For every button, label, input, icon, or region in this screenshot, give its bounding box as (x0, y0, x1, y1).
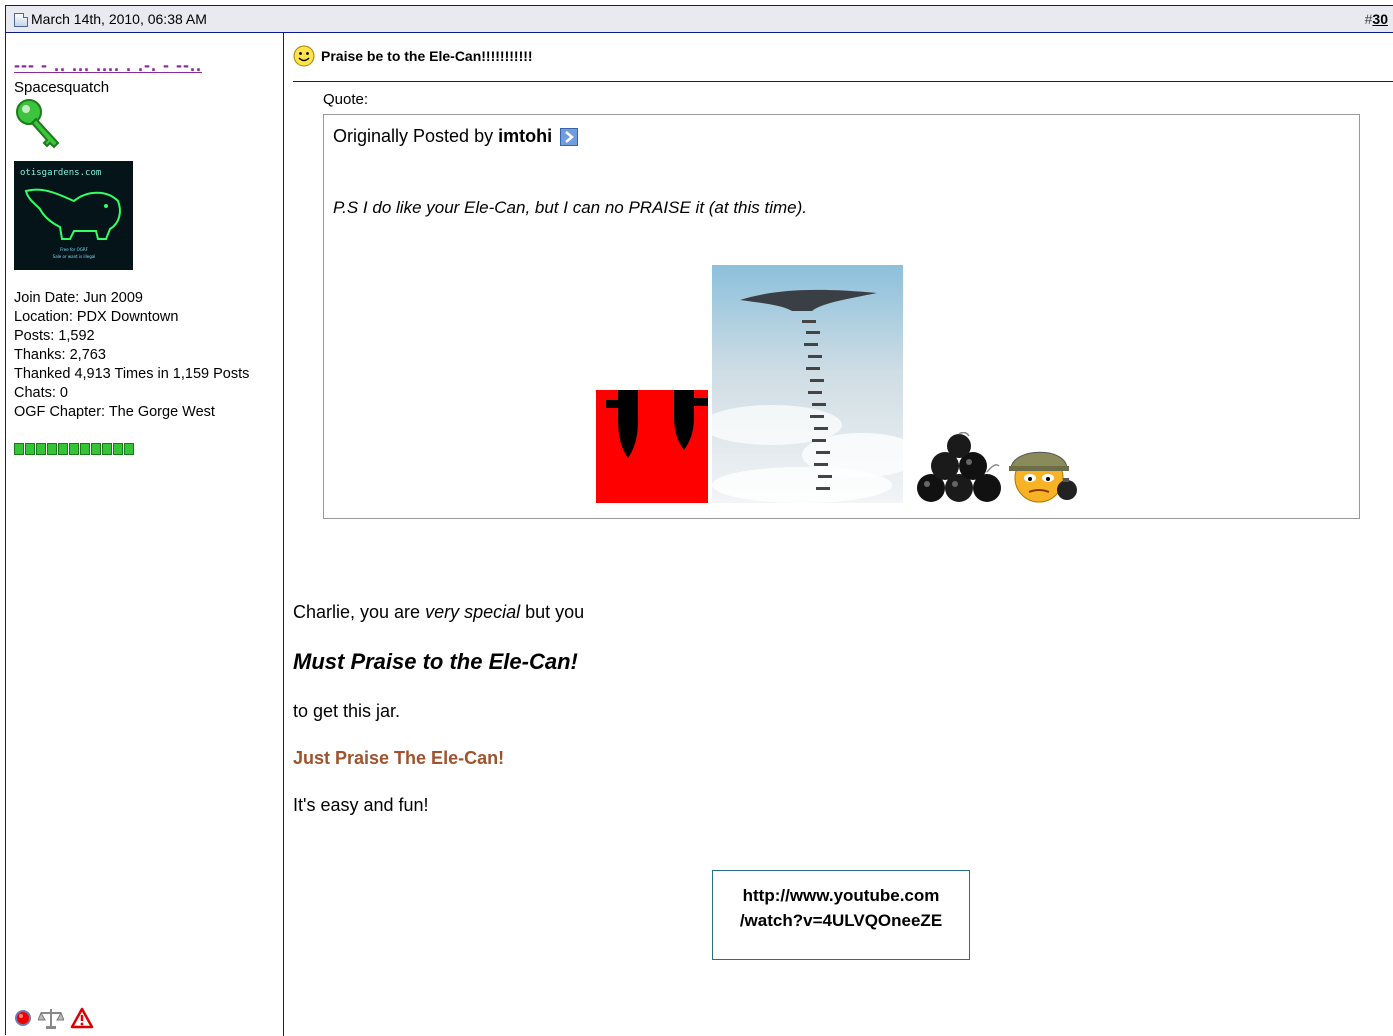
user-sidebar: --- - .. ... .... . .-. - --.. Spacesqua… (6, 33, 284, 1036)
user-info: Join Date: Jun 2009 Location: PDX Downto… (14, 289, 274, 422)
reputation-scales-icon[interactable] (38, 1006, 64, 1030)
quote-label: Quote: (323, 91, 369, 108)
post-content: Praise be to the Ele-Can!!!!!!!!!!! Quot… (285, 33, 1393, 1036)
post-date: March 14th, 2010, 06:38 AM (31, 11, 207, 27)
bomb-pile-image (917, 432, 1001, 502)
post-number-link[interactable]: 30 (1372, 11, 1388, 27)
post-title: Praise be to the Ele-Can!!!!!!!!!!! (321, 48, 533, 64)
message-line-3: to get this jar. (293, 701, 401, 721)
view-post-arrow-icon[interactable] (560, 128, 579, 147)
message-line-2: Must Praise to the Ele-Can! (293, 649, 578, 674)
bombs-red-image (596, 390, 708, 503)
quote-box: Originally Posted by imtohi P.S I do lik… (323, 114, 1360, 519)
reputation-block (58, 443, 68, 455)
reputation-block (91, 443, 101, 455)
reputation-block (36, 443, 46, 455)
message-line-1-start: Charlie, you are (293, 602, 426, 622)
post-header: March 14th, 2010, 06:38 AM #30 (6, 6, 1393, 33)
message-line-1-end: but you (520, 602, 585, 622)
chats-count: Chats: 0 (14, 385, 68, 401)
reputation-block (14, 443, 24, 455)
thanked-count: Thanked 4,913 Times in 1,159 Posts (14, 366, 250, 382)
forum-post: March 14th, 2010, 06:38 AM #30 --- - .. … (5, 5, 1393, 1036)
quote-author: imtohi (498, 126, 553, 146)
report-post-icon[interactable] (70, 1007, 94, 1029)
quote-text: P.S I do like your Ele-Can, but I can no… (333, 198, 808, 217)
quote-origin-prefix: Originally Posted by (333, 126, 494, 146)
thanks-count: Thanks: 2,763 (14, 347, 106, 363)
reputation-bar (14, 443, 134, 455)
soldier-smiley-image (1009, 451, 1077, 503)
reputation-block (80, 443, 90, 455)
svg-text:Sale or want is illegal: Sale or want is illegal (53, 254, 96, 259)
username-link[interactable]: --- - .. ... .... . .-. - --.. (14, 55, 202, 75)
message-line-5: It's easy and fun! (293, 795, 429, 815)
smiley-icon (293, 45, 315, 67)
post-document-icon (14, 13, 28, 27)
posts-count: Posts: 1,592 (14, 328, 95, 344)
quote-origin: Originally Posted by imtohi (333, 126, 579, 147)
user-title: Spacesquatch (14, 79, 110, 96)
post-title-row: Praise be to the Ele-Can!!!!!!!!!!! (293, 45, 1393, 82)
offline-icon (15, 1010, 31, 1026)
bomber-sky-image (712, 265, 903, 503)
post-number: #30 (1365, 6, 1388, 33)
youtube-link-line-2[interactable]: /watch?v=4ULVQOneeZE (713, 908, 969, 933)
reputation-block (102, 443, 112, 455)
avatar-site-text: otisgardens.com (20, 168, 101, 178)
chapter: OGF Chapter: The Gorge West (14, 404, 215, 420)
reputation-block (124, 443, 134, 455)
message-line-1: Charlie, you are very special but you (293, 602, 584, 623)
user-icons (14, 1006, 94, 1030)
youtube-link-line-1[interactable]: http://www.youtube.com (713, 883, 969, 908)
reputation-block (47, 443, 57, 455)
svg-text:Free for OGRF: Free for OGRF (60, 247, 89, 252)
youtube-link-box[interactable]: http://www.youtube.com /watch?v=4ULVQOne… (712, 870, 970, 960)
reputation-block (25, 443, 35, 455)
key-icon (16, 99, 60, 149)
location: Location: PDX Downtown (14, 309, 179, 325)
avatar[interactable]: otisgardens.com Free for OGRF Sale or wa… (14, 161, 133, 270)
message-line-4: Just Praise The Ele-Can! (293, 748, 505, 768)
message-line-1-italic: very special (425, 602, 521, 622)
reputation-block (113, 443, 123, 455)
reputation-block (69, 443, 79, 455)
join-date: Join Date: Jun 2009 (14, 290, 143, 306)
